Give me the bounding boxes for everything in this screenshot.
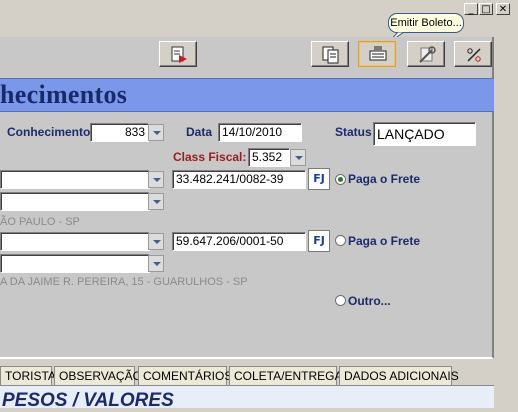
remetente-dropdown-button[interactable] [148,171,164,188]
destinatario-paga-frete-label: Paga o Frete [348,234,421,248]
class-fiscal-field[interactable]: 5.352 [248,148,290,167]
conhecimento-dropdown-button[interactable] [148,124,164,141]
destinatario-cnpj-field[interactable]: 59.647.206/0001-50 [172,232,306,251]
remetente-cnpj-field[interactable]: 33.482.241/0082-39 [172,170,306,189]
conhecimento-field[interactable]: 833 [90,123,149,142]
destinatario-address-text: A DA JAIME R. PEREIRA, 15 - GUARULHOS - … [0,276,248,288]
class-fiscal-label: Class Fiscal: [173,150,247,164]
status-label: Status [335,125,372,139]
section-title: PESOS / VALORES [2,390,174,411]
destinatario-address-field[interactable] [0,254,150,273]
data-label: Data [186,125,213,139]
status-field: LANÇADO [373,122,476,146]
wrench-tool-icon [419,46,436,63]
percent-button[interactable] [454,41,492,67]
destinatario-fj-button[interactable]: FJ [308,230,330,252]
tab-coleta-entrega[interactable]: COLETA/ENTREGA [229,366,342,386]
outro-label: Outro... [348,294,391,308]
page-title: hecimentos [0,80,128,109]
copy-pages-icon [322,46,339,64]
destinatario-name-field[interactable] [0,232,150,251]
remetente-address-dropdown-button[interactable] [148,193,164,210]
conhecimento-label: Conhecimento [7,125,91,139]
minimize-button[interactable]: _ [464,3,478,15]
remetente-city-text: ÃO PAULO - SP [0,216,80,228]
tool-button[interactable] [407,41,445,67]
remetente-paga-frete-radio[interactable] [335,174,346,185]
percent-icon [467,48,481,62]
remetente-paga-frete-label: Paga o Frete [348,172,421,186]
boleto-icon [369,46,387,61]
remetente-address-field[interactable] [0,192,150,211]
maximize-button[interactable]: □ [479,3,493,15]
class-fiscal-dropdown-button[interactable] [290,149,306,166]
page-arrow-icon [171,46,187,63]
tab-dados-adicionais[interactable]: DADOS ADICIONAIS [339,366,459,386]
remetente-fj-button[interactable]: FJ [308,168,330,190]
emitir-boleto-button[interactable] [358,41,396,67]
tab-observacao[interactable]: OBSERVAÇÃO [54,366,142,386]
page-arrow-button[interactable] [159,41,197,67]
remetente-name-field[interactable] [0,170,150,189]
vertical-scrollbar[interactable] [496,0,518,408]
destinatario-address-dropdown-button[interactable] [148,255,164,272]
outro-radio[interactable] [335,295,346,306]
close-button-top[interactable]: ✕ [496,3,510,15]
tab-comentarios[interactable]: COMENTÁRIOS [138,366,232,386]
data-field[interactable]: 14/10/2010 [218,123,302,142]
destinatario-dropdown-button[interactable] [148,233,164,250]
emitir-boleto-tooltip: Emitir Boleto... [388,13,464,33]
destinatario-paga-frete-radio[interactable] [335,235,346,246]
tab-motorista[interactable]: TORISTA [0,366,56,386]
copy-pages-button[interactable] [311,41,349,67]
